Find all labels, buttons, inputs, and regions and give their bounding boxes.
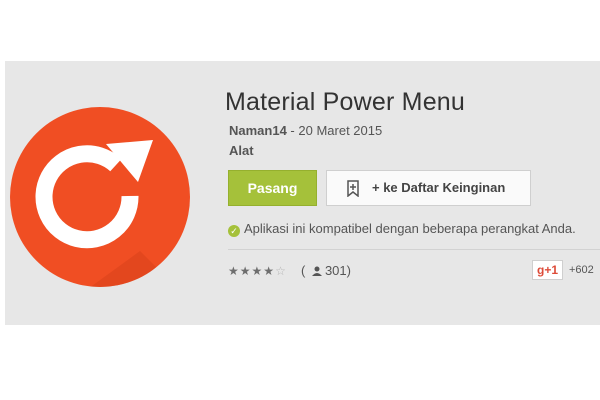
rating-count-value: 301 xyxy=(324,263,347,278)
rating-close: ) xyxy=(346,263,351,278)
divider xyxy=(228,249,600,250)
rating-open: ( xyxy=(301,263,309,278)
star-icon: ★ xyxy=(239,264,252,278)
info-check-icon: ✓ xyxy=(228,225,240,237)
app-title: Material Power Menu xyxy=(225,88,466,116)
developer-link[interactable]: Naman14 xyxy=(229,123,287,138)
gplus-count: +602 xyxy=(569,264,594,276)
star-icon: ★ xyxy=(263,264,276,278)
category-link[interactable]: Alat xyxy=(229,143,254,158)
date-separator: - xyxy=(286,123,299,138)
compatibility-text: Aplikasi ini kompatibel dengan beberapa … xyxy=(244,221,576,236)
star-rating: ★★★★☆ xyxy=(228,264,287,278)
person-icon xyxy=(311,266,322,276)
wishlist-label: + ke Daftar Keinginan xyxy=(372,180,506,195)
wishlist-button[interactable]: + ke Daftar Keinginan xyxy=(326,170,531,206)
app-meta: Naman14 - 20 Maret 2015 xyxy=(229,123,382,138)
bookmark-icon xyxy=(347,180,359,197)
refresh-icon xyxy=(10,107,190,287)
release-date: 20 Maret 2015 xyxy=(298,123,383,138)
compatibility-notice: ✓ Aplikasi ini kompatibel dengan beberapa… xyxy=(228,221,576,237)
star-icon: ★ xyxy=(251,264,264,278)
gplus-button[interactable]: g+1 xyxy=(532,260,563,280)
app-icon xyxy=(5,96,205,296)
star-half-icon: ☆ xyxy=(275,264,287,278)
install-button[interactable]: Pasang xyxy=(228,170,317,206)
star-icon: ★ xyxy=(228,264,240,278)
rating-count: ( 301) xyxy=(301,263,351,278)
